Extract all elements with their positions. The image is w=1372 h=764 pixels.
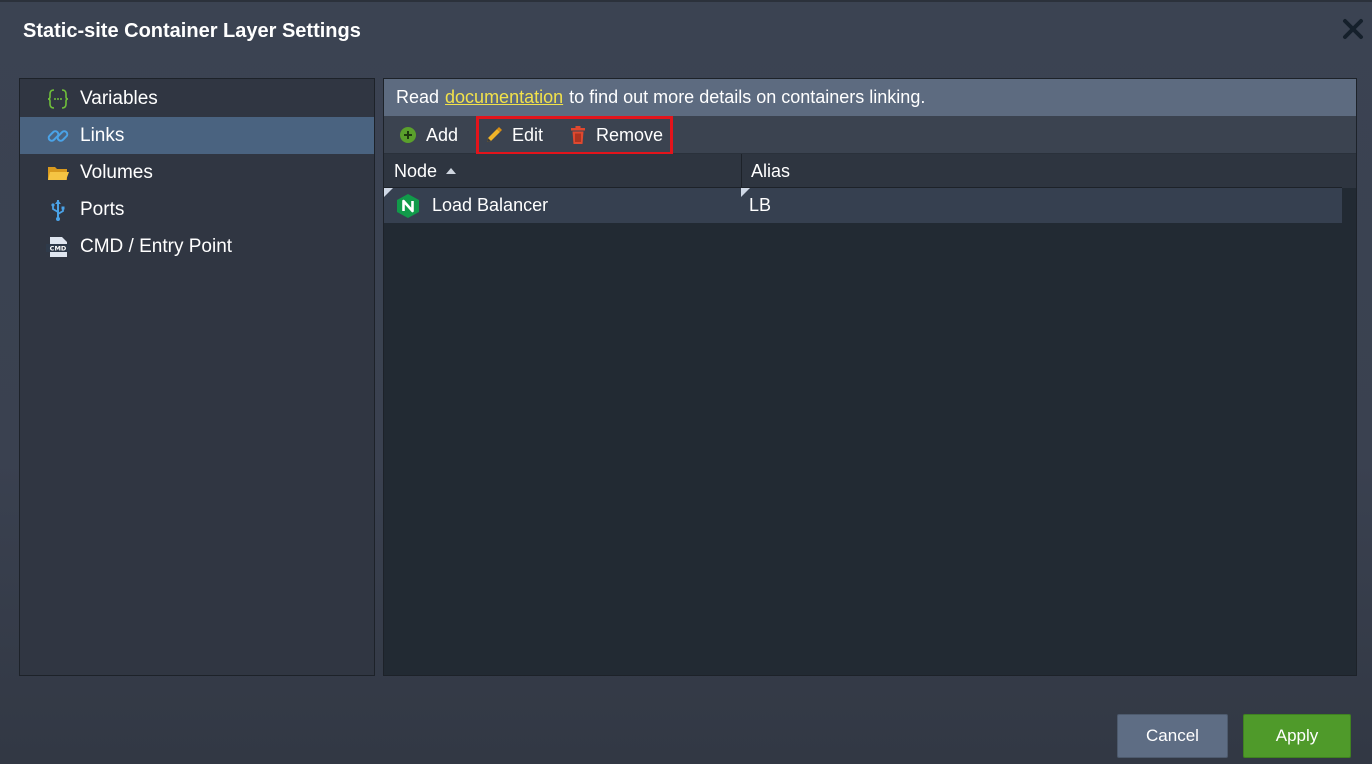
links-panel: Read documentation to find out more deta… <box>383 78 1357 676</box>
node-name: Load Balancer <box>432 195 549 215</box>
sidebar-item-cmd[interactable]: CMD CMD / Entry Point <box>20 228 374 265</box>
column-header-alias[interactable]: Alias <box>741 154 1342 188</box>
cmd-icon: CMD <box>46 235 70 259</box>
plus-circle-icon <box>398 125 418 145</box>
cancel-button[interactable]: Cancel <box>1117 714 1228 758</box>
sidebar-item-label: Links <box>80 124 125 146</box>
node-cell: Load Balancer <box>396 188 741 223</box>
add-label: Add <box>426 124 459 145</box>
dirty-marker <box>384 188 393 197</box>
grid-header: Node Alias <box>384 154 1342 188</box>
highlight-box <box>476 116 673 155</box>
close-icon[interactable] <box>1340 16 1366 42</box>
info-prefix: Read <box>396 87 440 107</box>
apply-button[interactable]: Apply <box>1243 714 1351 758</box>
sidebar-item-volumes[interactable]: Volumes <box>20 154 374 191</box>
column-header-node[interactable]: Node <box>384 154 741 188</box>
sidebar-item-label: Volumes <box>80 161 153 183</box>
header-scroll-spacer <box>1342 154 1356 188</box>
documentation-link[interactable]: documentation <box>445 87 563 108</box>
nginx-icon <box>396 193 420 219</box>
column-label: Node <box>394 160 438 181</box>
table-row[interactable]: Load Balancer LB <box>384 188 1342 223</box>
link-icon <box>46 124 70 148</box>
dialog-title: Static-site Container Layer Settings <box>23 20 361 42</box>
braces-icon <box>46 87 70 111</box>
alias-value: LB <box>749 195 772 215</box>
sidebar: Variables Links Volumes Ports CMD CMD / … <box>19 78 375 676</box>
sidebar-item-label: CMD / Entry Point <box>80 235 233 257</box>
sidebar-item-links[interactable]: Links <box>20 117 374 154</box>
column-label: Alias <box>751 160 791 181</box>
add-button[interactable]: Add <box>398 116 458 154</box>
sidebar-item-label: Ports <box>80 198 125 220</box>
info-bar: Read documentation to find out more deta… <box>384 79 1356 116</box>
sidebar-item-label: Variables <box>80 87 158 109</box>
folder-icon <box>46 161 70 185</box>
sidebar-item-variables[interactable]: Variables <box>20 80 374 117</box>
info-suffix: to find out more details on containers l… <box>569 87 926 107</box>
svg-text:CMD: CMD <box>50 244 67 252</box>
sort-ascending-icon <box>445 166 457 176</box>
settings-dialog: Static-site Container Layer Settings Var… <box>0 0 1372 764</box>
alias-cell: LB <box>749 188 1342 223</box>
sidebar-item-ports[interactable]: Ports <box>20 191 374 228</box>
usb-icon <box>46 198 70 222</box>
